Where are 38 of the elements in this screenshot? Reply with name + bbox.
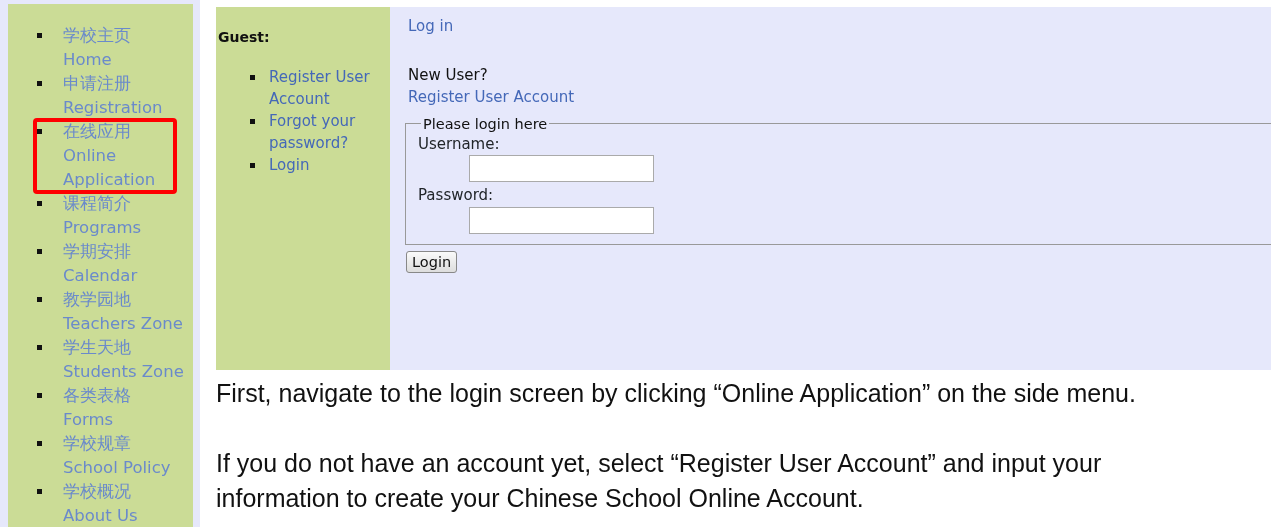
bullet-icon [37, 201, 42, 206]
bullet-icon [37, 81, 42, 86]
bullet-icon [250, 163, 255, 168]
menu-link[interactable]: 各类表格 Forms [63, 384, 131, 432]
register-link[interactable]: Register User Account [408, 86, 575, 109]
instruction-paragraph: First, navigate to the login screen by clicking “Online Application” on the side menu. [216, 378, 1137, 409]
username-field[interactable] [469, 155, 654, 182]
menu-link[interactable]: 申请注册 Registration [63, 72, 163, 120]
sidebar-link[interactable]: Forgot your password? [269, 110, 374, 154]
bullet-icon [37, 393, 42, 398]
bullet-icon [250, 119, 255, 124]
login-button[interactable]: Login [406, 250, 458, 273]
bullet-icon [250, 75, 255, 80]
guest-heading: Guest: [218, 28, 271, 47]
menu-link[interactable]: 课程简介 Programs [63, 192, 142, 240]
menu-link[interactable]: 学生天地 Students Zone [63, 336, 184, 384]
bullet-icon [37, 489, 42, 494]
fieldset-legend: Please login here [421, 114, 550, 133]
instruction-paragraph: If you do not have an account yet, select “Register User Account” and input your information to create your Chinese School Online Account. [216, 448, 1103, 514]
bullet-icon [37, 33, 42, 38]
bullet-icon [37, 441, 42, 446]
field-label: Username: [418, 133, 500, 155]
field-label: Password: [418, 185, 494, 206]
password-field[interactable] [469, 206, 654, 234]
sidebar-link[interactable]: Register User Account [269, 66, 374, 110]
menu-link[interactable]: 学期安排 Calendar [63, 240, 138, 288]
menu-link[interactable]: 学校概况 About Us [63, 480, 138, 527]
bullet-icon [37, 129, 42, 134]
login-heading[interactable]: Log in [408, 15, 454, 38]
sidebar-link[interactable]: Login [269, 154, 374, 176]
bullet-icon [37, 345, 42, 350]
menu-link[interactable]: 学校主页 Home [63, 24, 131, 72]
new-user-label: New User? [408, 64, 488, 86]
menu-link[interactable]: 学校规章 School Policy [63, 432, 171, 480]
menu-link[interactable]: 在线应用 Online Application [63, 120, 156, 192]
menu-link[interactable]: 教学园地 Teachers Zone [63, 288, 183, 336]
bullet-icon [37, 249, 42, 254]
bullet-icon [37, 297, 42, 302]
